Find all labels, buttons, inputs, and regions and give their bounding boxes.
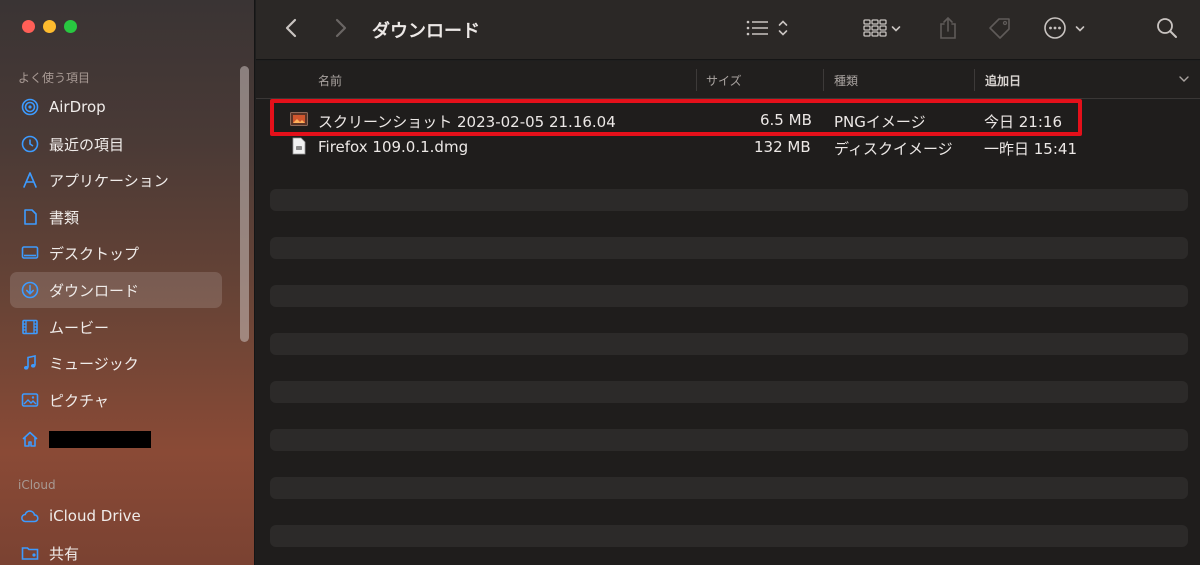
window-title: ダウンロード — [372, 21, 480, 42]
music-icon — [20, 353, 40, 373]
close-window-button[interactable] — [22, 20, 35, 33]
sidebar-item-label: 共有 — [49, 544, 80, 563]
sidebar-item-label: アプリケーション — [49, 171, 169, 190]
sidebar-item-music[interactable]: ミュージック — [10, 345, 222, 381]
column-header-name[interactable]: 名前 — [318, 72, 342, 89]
sidebar-item-label: デスクトップ — [49, 244, 140, 263]
icloud-section-title: iCloud — [18, 478, 56, 492]
empty-row-stripe — [270, 189, 1188, 211]
forward-button[interactable] — [334, 0, 348, 60]
sidebar-item-home[interactable] — [10, 421, 222, 457]
empty-row-stripe — [270, 525, 1188, 547]
chevron-down-icon — [891, 25, 901, 36]
search-button[interactable] — [1156, 0, 1178, 60]
sidebar-item-recents[interactable]: 最近の項目 — [10, 126, 222, 162]
applications-icon — [20, 170, 40, 190]
shared-folder-icon — [20, 543, 40, 563]
sidebar-item-pictures[interactable]: ピクチャ — [10, 382, 222, 418]
empty-row-stripe — [270, 285, 1188, 307]
airdrop-icon — [20, 97, 40, 117]
group-button[interactable] — [863, 0, 901, 60]
ellipsis-circle-icon — [1043, 16, 1067, 44]
list-view-icon — [746, 19, 770, 41]
column-header-size[interactable]: サイズ — [706, 72, 742, 89]
grid-icon — [863, 18, 887, 42]
chevron-right-icon — [334, 17, 348, 43]
chevron-down-icon — [1075, 25, 1085, 36]
sidebar-item-label: ピクチャ — [49, 391, 109, 410]
share-icon — [938, 16, 958, 44]
sidebar-item-label: 書類 — [49, 208, 80, 227]
column-divider[interactable] — [974, 69, 975, 91]
column-header-kind[interactable]: 種類 — [834, 72, 858, 89]
sidebar-item-applications[interactable]: アプリケーション — [10, 162, 222, 198]
back-button[interactable] — [284, 0, 298, 60]
column-divider[interactable] — [696, 69, 697, 91]
column-header-bar: 名前 サイズ 種類 追加日 — [256, 61, 1200, 99]
empty-row-stripe — [270, 237, 1188, 259]
file-name: Firefox 109.0.1.dmg — [318, 138, 469, 156]
empty-row-stripe — [270, 477, 1188, 499]
sidebar-item-airdrop[interactable]: AirDrop — [10, 89, 222, 125]
favorites-section-title: よく使う項目 — [18, 71, 91, 85]
column-header-date-added[interactable]: 追加日 — [985, 72, 1021, 89]
sidebar-item-label: 最近の項目 — [49, 135, 125, 154]
file-row[interactable]: Firefox 109.0.1.dmg 132 MB ディスクイメージ 一昨日 … — [270, 134, 1188, 160]
download-icon — [20, 280, 40, 300]
film-icon — [20, 317, 40, 337]
tag-icon — [987, 16, 1013, 44]
sort-chevron-down-icon[interactable] — [1178, 73, 1190, 87]
disk-image-file-icon — [292, 137, 306, 159]
zoom-window-button[interactable] — [64, 20, 77, 33]
file-size: 132 MB — [754, 138, 811, 156]
window-controls — [22, 20, 77, 33]
cloud-icon — [20, 506, 40, 526]
sidebar-item-icloud-drive[interactable]: iCloud Drive — [10, 498, 222, 534]
sort-arrows-icon — [778, 19, 788, 41]
file-list: スクリーンショット 2023-02-05 21.16.04 6.5 MB PNG… — [256, 100, 1200, 565]
sidebar-item-shared[interactable]: 共有 — [10, 535, 222, 565]
empty-row-stripe — [270, 429, 1188, 451]
sidebar: よく使う項目 AirDrop 最近の項目 アプリケーション 書類 デスクトップ — [0, 0, 255, 565]
highlight-box — [270, 99, 1082, 136]
sidebar-item-movies[interactable]: ムービー — [10, 309, 222, 345]
chevron-left-icon — [284, 17, 298, 43]
file-kind: ディスクイメージ — [834, 140, 953, 158]
sidebar-item-label: AirDrop — [49, 98, 106, 116]
search-icon — [1156, 17, 1178, 43]
redacted-username — [49, 430, 151, 448]
sidebar-item-label: ミュージック — [49, 354, 139, 373]
home-icon — [20, 429, 40, 449]
desktop-icon — [20, 243, 40, 263]
sidebar-scrollbar[interactable] — [240, 66, 249, 342]
empty-row-stripe — [270, 381, 1188, 403]
sidebar-item-label: ダウンロード — [49, 281, 140, 300]
more-actions-button[interactable] — [1043, 0, 1085, 60]
minimize-window-button[interactable] — [43, 20, 56, 33]
empty-row-stripe — [270, 333, 1188, 355]
sidebar-item-label: ムービー — [49, 318, 110, 337]
sidebar-item-documents[interactable]: 書類 — [10, 199, 222, 235]
clock-icon — [20, 134, 40, 154]
sidebar-item-label: iCloud Drive — [49, 507, 141, 525]
toolbar: ダウンロード — [256, 0, 1200, 60]
document-icon — [20, 207, 40, 227]
column-divider[interactable] — [823, 69, 824, 91]
sidebar-item-downloads[interactable]: ダウンロード — [10, 272, 222, 308]
view-options-button[interactable] — [746, 0, 788, 60]
photo-icon — [20, 390, 40, 410]
sidebar-item-desktop[interactable]: デスクトップ — [10, 235, 222, 271]
share-button[interactable] — [938, 0, 958, 60]
file-date-added: 一昨日 15:41 — [984, 140, 1077, 158]
tag-button[interactable] — [987, 0, 1013, 60]
